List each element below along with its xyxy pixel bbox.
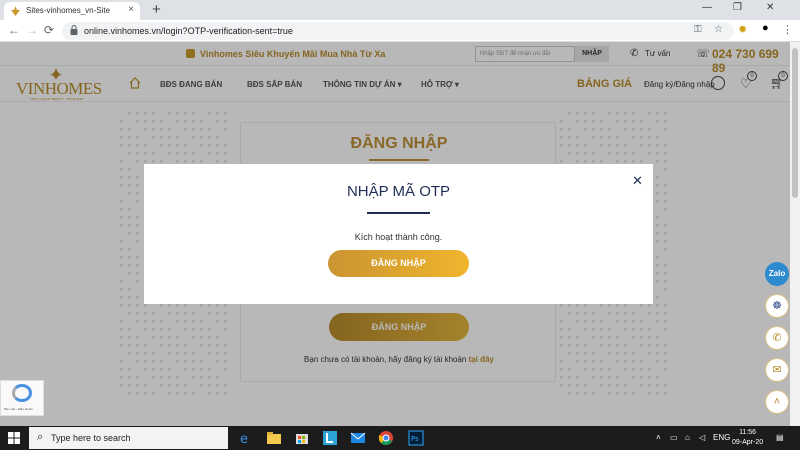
browser-toolbar: ← → ⟳ online.vinhomes.vn/login?OTP-verif… [0,20,800,42]
store-icon[interactable] [294,430,310,446]
edge-icon[interactable]: e [238,430,254,446]
vinhomes-favicon-icon [11,6,20,16]
windows-start-icon[interactable] [8,432,20,444]
browser-tab[interactable]: Sites-vinhomes_vn-Site × [4,2,140,20]
modal-title: NHẬP MÃ OTP [346,183,451,200]
taskbar-search-placeholder: Type here to search [51,433,131,443]
modal-close-icon[interactable]: ✕ [632,173,643,189]
modal-title-underline [367,212,430,214]
volume-icon[interactable]: ◁ [699,433,705,442]
web-page: Vinhomes Siêu Khuyến Mãi Mua Nhà Từ Xa N… [0,42,790,426]
scrollbar-thumb[interactable] [792,48,798,198]
recaptcha-icon [12,384,32,402]
profile-avatar[interactable]: ● [762,22,769,34]
recaptcha-text: Bảo mật - Điều khoản [4,407,34,411]
extension-icon[interactable]: ✹ [738,23,747,36]
notification-icon[interactable]: ▤ [776,433,784,442]
battery-icon[interactable]: ▭ [670,433,678,442]
network-icon[interactable]: ⌂ [685,433,690,442]
lock-icon [70,25,78,35]
scroll-top-button[interactable]: ˄ [765,390,789,414]
new-tab-button[interactable]: + [152,1,161,18]
clock-date: 09-Apr-20 [732,439,764,446]
page-scrollbar[interactable] [790,42,800,426]
messenger-icon[interactable]: ✉ [765,358,789,382]
system-clock[interactable]: 11:56 09-Apr-20 [732,428,763,448]
zalo-chat-button[interactable]: Zalo [765,262,789,286]
forward-arrow-icon[interactable]: → [26,23,38,37]
app-l-icon[interactable] [322,430,338,446]
kebab-menu-icon[interactable]: ⋮ [782,23,793,36]
restore-button[interactable]: ❐ [733,2,742,13]
tab-close-icon[interactable]: × [128,4,134,15]
file-explorer-icon[interactable] [266,430,282,446]
mail-icon[interactable] [350,430,366,446]
clock-time: 11:56 [739,429,757,436]
svg-text:Ps: Ps [411,435,419,443]
otp-modal: NHẬP MÃ OTP ✕ Kích hoạt thành công. ĐĂNG… [144,164,653,304]
address-bar[interactable]: online.vinhomes.vn/login?OTP-verificatio… [62,22,734,40]
window-close-button[interactable]: ✕ [766,2,774,13]
search-icon: ⌕ [37,431,44,443]
star-icon[interactable]: ☆ [714,24,723,35]
chrome-icon[interactable] [378,430,394,446]
tray-chevron-icon[interactable]: ˄ [656,433,661,442]
url-text: online.vinhomes.vn/login?OTP-verificatio… [84,26,293,36]
browser-tabstrip: Sites-vinhomes_vn-Site × + — ❐ ✕ [0,0,800,20]
key-icon[interactable]: ⚿ [694,24,702,35]
dharma-wheel-icon[interactable]: ☸ [765,294,789,318]
modal-login-button[interactable]: ĐĂNG NHẬP [328,250,469,277]
minimize-button[interactable]: — [702,2,712,13]
svg-text:e: e [240,432,248,446]
reload-icon[interactable]: ⟳ [44,23,54,37]
language-indicator[interactable]: ENG [713,433,730,442]
recaptcha-badge[interactable]: Bảo mật - Điều khoản [0,380,44,416]
phone-call-button[interactable]: ✆ [765,326,789,350]
back-arrow-icon[interactable]: ← [8,23,20,37]
photoshop-icon[interactable]: Ps [408,430,424,446]
tab-title: Sites-vinhomes_vn-Site [26,6,111,15]
modal-message: Kích hoạt thành công. [354,232,443,242]
taskbar-search[interactable]: ⌕ Type here to search [29,427,228,449]
windows-taskbar: ⌕ Type here to search e Ps ˄ ▭ ⌂ ◁ ENG 1… [0,426,800,450]
